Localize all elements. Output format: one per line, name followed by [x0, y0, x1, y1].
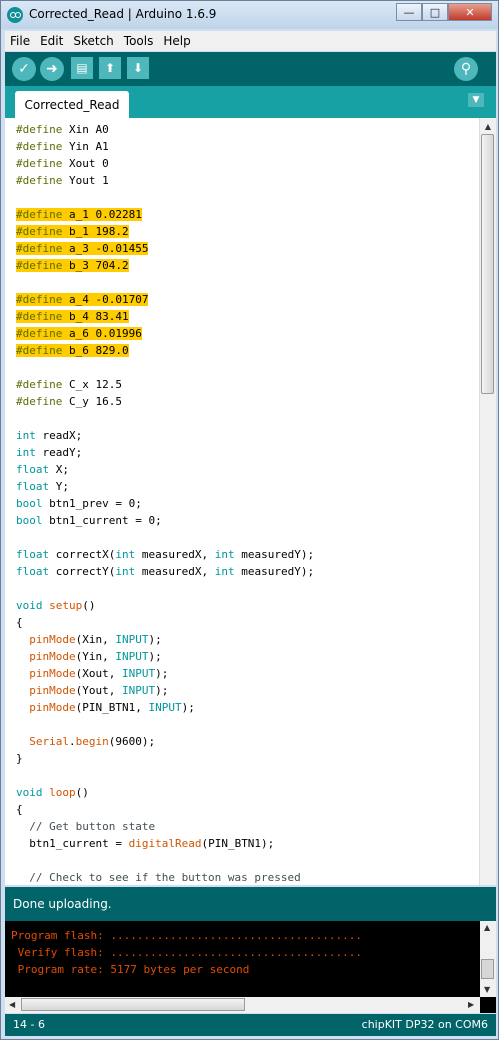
footer-bar: 14 - 6 chipKIT DP32 on COM6 [5, 1014, 496, 1036]
code-line[interactable]: { [16, 614, 314, 631]
code-line[interactable] [16, 189, 314, 206]
minimize-button[interactable]: — [396, 3, 422, 21]
console-text: Program flash: .........................… [11, 927, 362, 978]
editor-scroll-thumb[interactable] [481, 134, 494, 394]
code-line[interactable]: pinMode(Yout, INPUT); [16, 682, 314, 699]
verify-button[interactable]: ✓ [12, 57, 36, 81]
code-line[interactable]: } [16, 750, 314, 767]
code-line[interactable]: { [16, 801, 314, 818]
code-line[interactable]: #define C_x 12.5 [16, 376, 314, 393]
new-file-icon: ▤ [76, 61, 88, 75]
code-line[interactable] [16, 716, 314, 733]
tab-menu-button[interactable]: ▼ [468, 93, 484, 107]
console-vscroll-thumb[interactable] [481, 959, 494, 979]
code-line[interactable] [16, 274, 314, 291]
code-line[interactable]: Serial.begin(9600); [16, 733, 314, 750]
toolbar: ✓ ➜ ▤ ⬆ ⬇ ⚲ [5, 52, 496, 86]
window-title: Corrected_Read | Arduino 1.6.9 [29, 7, 217, 21]
code-line[interactable]: int readX; [16, 427, 314, 444]
code-line[interactable]: #define C_y 16.5 [16, 393, 314, 410]
magnifier-icon: ⚲ [460, 61, 472, 77]
menu-tools[interactable]: Tools [119, 34, 159, 48]
status-message: Done uploading. [13, 897, 112, 911]
console-hscroll-thumb[interactable] [21, 998, 245, 1011]
console-scroll-left-icon[interactable]: ◀ [9, 1000, 15, 1009]
save-button[interactable]: ⬇ [127, 57, 149, 79]
code-line[interactable]: pinMode(Yin, INPUT); [16, 648, 314, 665]
tab-corrected-read[interactable]: Corrected_Read [15, 91, 129, 118]
board-port-label: chipKIT DP32 on COM6 [361, 1018, 488, 1031]
line-number: 14 - 6 [13, 1018, 45, 1031]
code-line[interactable] [16, 410, 314, 427]
code-line[interactable]: #define Yout 1 [16, 172, 314, 189]
arrow-right-icon: ➜ [46, 61, 58, 77]
menu-bar: File Edit Sketch Tools Help [5, 31, 496, 51]
code-line[interactable]: #define b_1 198.2 [16, 223, 314, 240]
code-line[interactable]: btn1_current = digitalRead(PIN_BTN1); [16, 835, 314, 852]
code-line[interactable]: // Get button state [16, 818, 314, 835]
save-down-icon: ⬇ [132, 61, 144, 75]
code-line[interactable]: int readY; [16, 444, 314, 461]
code-line[interactable]: #define Xout 0 [16, 155, 314, 172]
code-line[interactable]: #define b_6 829.0 [16, 342, 314, 359]
console-line: Program flash: .........................… [11, 929, 362, 942]
code-line[interactable]: float Y; [16, 478, 314, 495]
code-line[interactable]: #define a_4 -0.01707 [16, 291, 314, 308]
menu-sketch[interactable]: Sketch [68, 34, 118, 48]
open-button[interactable]: ⬆ [99, 57, 121, 79]
code-line[interactable]: pinMode(Xout, INPUT); [16, 665, 314, 682]
open-up-icon: ⬆ [104, 61, 116, 75]
console-scroll-down-icon[interactable]: ▼ [484, 985, 490, 994]
code-editor[interactable]: #define Xin A0 #define Yin A1 #define Xout… [5, 118, 496, 885]
maximize-button[interactable]: □ [422, 3, 448, 21]
code-line[interactable]: void setup() [16, 597, 314, 614]
tab-bar: Corrected_Read ▼ [5, 86, 496, 118]
console-line: Program rate: 5177 bytes per second [11, 963, 250, 976]
code-line[interactable]: bool btn1_current = 0; [16, 512, 314, 529]
console-output[interactable]: Program flash: .........................… [5, 921, 496, 1013]
arduino-logo-icon [7, 7, 23, 23]
console-scroll-right-icon[interactable]: ▶ [468, 1000, 474, 1009]
new-button[interactable]: ▤ [71, 57, 93, 79]
code-line[interactable]: #define b_3 704.2 [16, 257, 314, 274]
code-line[interactable] [16, 852, 314, 869]
status-bar: Done uploading. [5, 887, 496, 921]
title-bar[interactable]: Corrected_Read | Arduino 1.6.9 — □ ✕ [1, 1, 498, 29]
code-line[interactable]: #define a_1 0.02281 [16, 206, 314, 223]
code-line[interactable]: pinMode(PIN_BTN1, INPUT); [16, 699, 314, 716]
ide-window: Corrected_Read | Arduino 1.6.9 — □ ✕ Fil… [0, 0, 499, 1040]
console-line: Verify flash: ..........................… [11, 946, 362, 959]
code-line[interactable]: float correctX(int measuredX, int measur… [16, 546, 314, 563]
console-vertical-scrollbar[interactable]: ▲ ▼ [480, 921, 496, 997]
upload-button[interactable]: ➜ [40, 57, 64, 81]
code-line[interactable] [16, 767, 314, 784]
console-scroll-up-icon[interactable]: ▲ [484, 923, 490, 932]
code-line[interactable]: float X; [16, 461, 314, 478]
check-icon: ✓ [18, 61, 30, 77]
close-button[interactable]: ✕ [448, 3, 492, 21]
menu-edit[interactable]: Edit [35, 34, 68, 48]
code-line[interactable] [16, 359, 314, 376]
code-line[interactable]: bool btn1_prev = 0; [16, 495, 314, 512]
code-line[interactable]: #define Yin A1 [16, 138, 314, 155]
code-line[interactable]: // Check to see if the button was presse… [16, 869, 314, 885]
menu-file[interactable]: File [5, 34, 35, 48]
serial-monitor-button[interactable]: ⚲ [454, 57, 478, 81]
window-controls: — □ ✕ [396, 3, 492, 21]
console-horizontal-scrollbar[interactable]: ◀ ▶ [5, 997, 480, 1013]
code-line[interactable]: #define a_3 -0.01455 [16, 240, 314, 257]
code-line[interactable]: void loop() [16, 784, 314, 801]
code-line[interactable]: float correctY(int measuredX, int measur… [16, 563, 314, 580]
code-line[interactable] [16, 580, 314, 597]
menu-help[interactable]: Help [158, 34, 195, 48]
code-text[interactable]: #define Xin A0 #define Yin A1 #define Xout… [16, 121, 314, 885]
code-line[interactable]: pinMode(Xin, INPUT); [16, 631, 314, 648]
scroll-up-arrow-icon[interactable]: ▲ [480, 118, 496, 134]
editor-vertical-scrollbar[interactable]: ▲ [479, 118, 496, 885]
code-line[interactable]: #define b_4 83.41 [16, 308, 314, 325]
code-line[interactable] [16, 529, 314, 546]
code-line[interactable]: #define a_6 0.01996 [16, 325, 314, 342]
code-line[interactable]: #define Xin A0 [16, 121, 314, 138]
